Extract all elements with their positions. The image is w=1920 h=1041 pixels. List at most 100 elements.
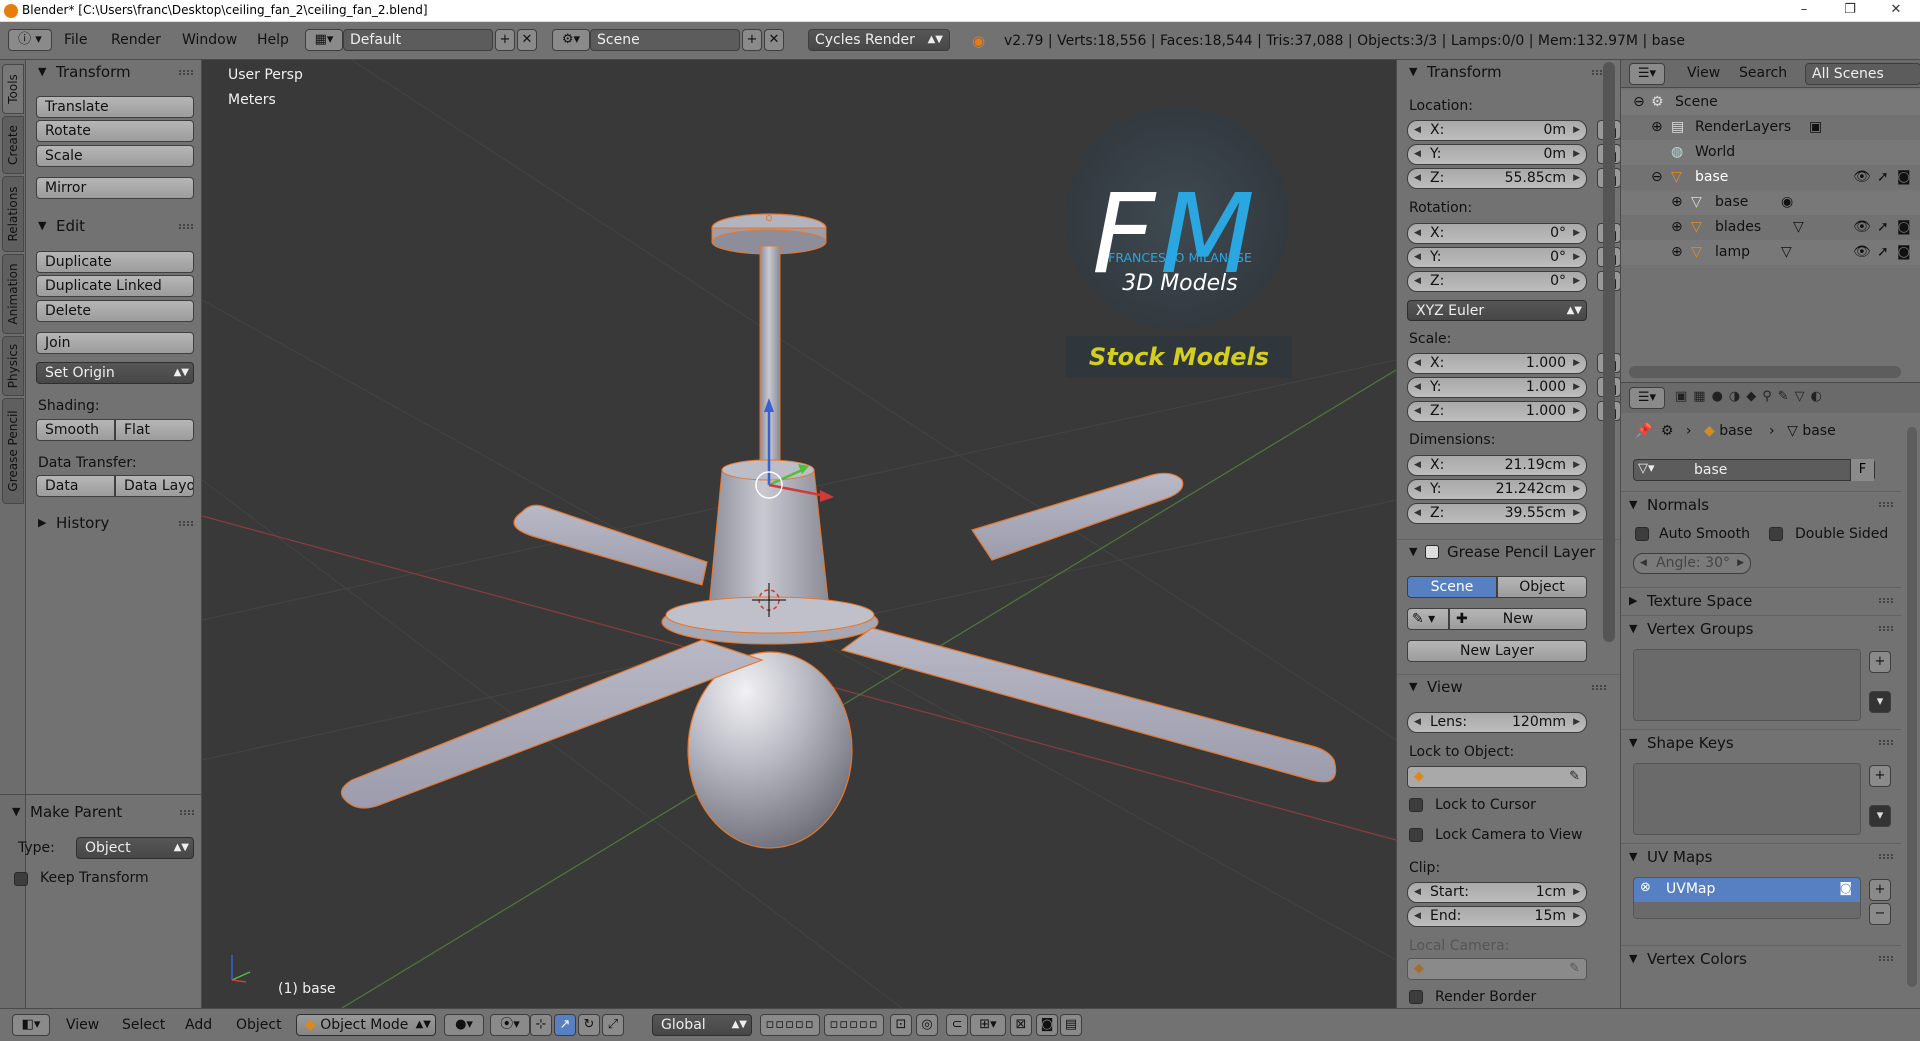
lock-layers-icon[interactable]: ⊡ bbox=[890, 1014, 912, 1036]
menu-file[interactable]: File bbox=[64, 32, 87, 48]
add-uv-map-button[interactable]: + bbox=[1869, 879, 1891, 901]
menu-add[interactable]: Add bbox=[185, 1017, 212, 1033]
texture-space-section-header[interactable]: ▶ Texture Space bbox=[1621, 587, 1901, 613]
pin-icon[interactable]: 📌 bbox=[1635, 423, 1652, 439]
parent-type-select[interactable]: Object ▲▼ bbox=[76, 837, 194, 859]
local-camera-field[interactable]: ◆ ✎ bbox=[1407, 958, 1587, 980]
manipulator-toggle-icon[interactable]: ⊹ bbox=[530, 1014, 552, 1036]
snap-target-icon[interactable]: ⊠ bbox=[1010, 1014, 1032, 1036]
rotation-y-field[interactable]: ◀ Y: 0° ▶ bbox=[1407, 247, 1587, 268]
data-layout-button[interactable]: Data Layo bbox=[115, 475, 194, 497]
auto-smooth-checkbox[interactable] bbox=[1635, 527, 1649, 541]
rotation-z-field[interactable]: ◀ Z: 0° ▶ bbox=[1407, 271, 1587, 292]
menu-help[interactable]: Help bbox=[257, 32, 289, 48]
shape-keys-list[interactable] bbox=[1633, 763, 1861, 835]
editor-type-3dview-icon[interactable]: ◧▾ bbox=[12, 1014, 50, 1036]
remove-uv-map-button[interactable]: − bbox=[1869, 903, 1891, 925]
outliner-view-menu[interactable]: View bbox=[1687, 65, 1720, 81]
properties-scrollbar[interactable] bbox=[1907, 427, 1917, 987]
properties-editor-type-icon[interactable]: ☰▾ bbox=[1629, 387, 1665, 409]
gp-object-button[interactable]: Object bbox=[1497, 576, 1587, 598]
dimensions-y-field[interactable]: ◀ Y: 21.242cm ▶ bbox=[1407, 479, 1587, 500]
translate-button[interactable]: Translate bbox=[36, 96, 194, 118]
maximize-button[interactable]: ❐ bbox=[1827, 0, 1873, 22]
outliner-row-base-object[interactable]: ⊖ ▽ base 👁 ➚ ◙ bbox=[1621, 165, 1920, 190]
gp-scene-button[interactable]: Scene bbox=[1407, 576, 1497, 598]
history-panel-header[interactable]: ▶ History bbox=[26, 511, 201, 535]
scene-field[interactable]: Scene bbox=[590, 29, 740, 51]
tab-relations[interactable]: Relations bbox=[2, 176, 24, 252]
mirror-button[interactable]: Mirror bbox=[36, 177, 194, 199]
outliner-editor-type-icon[interactable]: ☰▾ bbox=[1629, 63, 1665, 85]
eyedropper-icon[interactable]: ✎ bbox=[1569, 961, 1580, 976]
rotation-x-field[interactable]: ◀ X: 0° ▶ bbox=[1407, 223, 1587, 244]
outliner-row-scene[interactable]: ⊖ ⚙ Scene bbox=[1621, 90, 1920, 115]
uv-maps-list[interactable]: ⊗ UVMap ◙ bbox=[1633, 877, 1861, 919]
drag-grip-icon[interactable] bbox=[179, 521, 193, 526]
flat-button[interactable]: Flat bbox=[115, 419, 194, 441]
rotate-manipulator-icon[interactable]: ↻ bbox=[578, 1014, 600, 1036]
3d-viewport[interactable]: F M FRANCESCO MILANESE 3D Models Stock M… bbox=[202, 60, 1396, 1008]
tab-tools[interactable]: Tools bbox=[2, 64, 24, 114]
fake-user-button[interactable]: F bbox=[1850, 459, 1874, 481]
dimensions-x-field[interactable]: ◀ X: 21.19cm ▶ bbox=[1407, 455, 1587, 476]
opengl-animation-icon[interactable]: ▤ bbox=[1060, 1014, 1082, 1036]
menu-window[interactable]: Window bbox=[182, 32, 237, 48]
opengl-render-icon[interactable]: ◙ bbox=[1036, 1014, 1058, 1036]
screen-layout-browse-icon[interactable]: ▦▾ bbox=[305, 29, 343, 51]
tab-physics[interactable]: Physics bbox=[2, 336, 24, 396]
scene-browse-icon[interactable]: ⚙▾ bbox=[552, 29, 590, 51]
outliner-row-world[interactable]: ◍ World bbox=[1621, 140, 1920, 165]
transform-orientation-select[interactable]: Global ▲▼ bbox=[652, 1014, 752, 1036]
scale-manipulator-icon[interactable]: ⤢ bbox=[602, 1014, 624, 1036]
display-mode-select[interactable]: All Scenes bbox=[1805, 63, 1920, 85]
tab-animation[interactable]: Animation bbox=[2, 254, 24, 334]
outliner-row-base-mesh[interactable]: ⊕ ▽ base ◉ bbox=[1621, 190, 1920, 215]
vertex-groups-section-header[interactable]: ▼ Vertex Groups bbox=[1621, 615, 1901, 641]
render-border-checkbox[interactable] bbox=[1409, 990, 1423, 1004]
uv-map-name[interactable]: UVMap bbox=[1666, 881, 1715, 897]
gp-browse-pencil-icon[interactable]: ✎ ▾ bbox=[1407, 608, 1449, 630]
outliner-row-blades[interactable]: ⊕ ▽ blades ▽ 👁 ➚ ◙ bbox=[1621, 215, 1920, 240]
snap-element-icon[interactable]: ⊞▾ bbox=[970, 1014, 1006, 1036]
view-panel-header[interactable]: ▼ View bbox=[1397, 674, 1620, 698]
dimensions-z-field[interactable]: ◀ Z: 39.55cm ▶ bbox=[1407, 503, 1587, 524]
render-engine-select[interactable]: Cycles Render ▲▼ bbox=[808, 29, 950, 51]
edit-panel-header[interactable]: ▼ Edit bbox=[26, 214, 201, 238]
clip-end-field[interactable]: ◀ End: 15m ▶ bbox=[1407, 906, 1587, 927]
grease-pencil-header[interactable]: ▼ Grease Pencil Layer bbox=[1397, 539, 1620, 563]
scale-x-field[interactable]: ◀ X: 1.000 ▶ bbox=[1407, 353, 1587, 374]
delete-button[interactable]: Delete bbox=[36, 300, 194, 322]
vertex-groups-list[interactable] bbox=[1633, 649, 1861, 721]
n-transform-header[interactable]: ▼ Transform bbox=[1397, 60, 1620, 84]
add-vertex-group-button[interactable]: + bbox=[1869, 651, 1891, 673]
outliner-scrollbar[interactable] bbox=[1629, 366, 1901, 378]
tab-create[interactable]: Create bbox=[2, 116, 24, 174]
lock-camera-checkbox[interactable] bbox=[1409, 828, 1423, 842]
uv-map-row[interactable]: ⊗ UVMap ◙ bbox=[1634, 878, 1860, 902]
viewport-shading-icon[interactable]: ●▾ bbox=[444, 1014, 484, 1036]
join-button[interactable]: Join bbox=[36, 332, 194, 354]
location-x-field[interactable]: ◀ X: 0m ▶ bbox=[1407, 120, 1587, 141]
screen-layout-field[interactable]: Default bbox=[343, 29, 493, 51]
uv-maps-section-header[interactable]: ▼ UV Maps bbox=[1621, 843, 1901, 869]
add-screen-icon[interactable]: + bbox=[495, 29, 515, 51]
duplicate-linked-button[interactable]: Duplicate Linked bbox=[36, 275, 194, 297]
render-camera-icon[interactable]: ◙ bbox=[1839, 881, 1852, 896]
scale-y-field[interactable]: ◀ Y: 1.000 ▶ bbox=[1407, 377, 1587, 398]
outliner-search-menu[interactable]: Search bbox=[1739, 65, 1787, 81]
double-sided-checkbox[interactable] bbox=[1769, 527, 1783, 541]
add-scene-icon[interactable]: + bbox=[742, 29, 762, 51]
smooth-button[interactable]: Smooth bbox=[36, 419, 115, 441]
translate-manipulator-icon[interactable]: ↗ bbox=[554, 1014, 576, 1036]
mesh-datablock-name[interactable]: base bbox=[1694, 462, 1727, 478]
rotation-mode-select[interactable]: XYZ Euler ▲▼ bbox=[1407, 300, 1587, 321]
duplicate-button[interactable]: Duplicate bbox=[36, 251, 194, 273]
minimize-button[interactable]: – bbox=[1781, 0, 1827, 22]
properties-context-tabs[interactable]: ▣▦●◑◆⚲✎▽◐ bbox=[1675, 389, 1828, 404]
sidebar-scrollbar[interactable] bbox=[1603, 62, 1615, 642]
add-shape-key-button[interactable]: + bbox=[1869, 765, 1891, 787]
shape-keys-section-header[interactable]: ▼ Shape Keys bbox=[1621, 729, 1901, 755]
lock-to-cursor-checkbox[interactable] bbox=[1409, 798, 1423, 812]
set-origin-select[interactable]: Set Origin ▲▼ bbox=[36, 362, 194, 384]
